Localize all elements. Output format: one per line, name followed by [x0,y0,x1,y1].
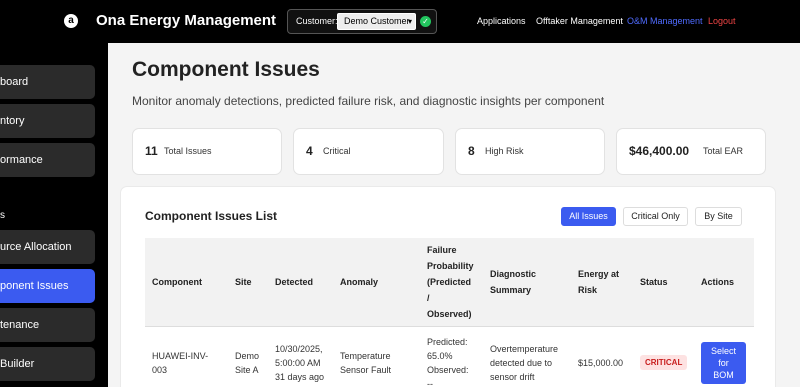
app-logo: a [64,14,78,28]
filter-critical-only[interactable]: Critical Only [623,207,688,226]
nav-offtaker-management[interactable]: Offtaker Management [536,16,623,26]
cell-site: Demo Site A [235,351,260,375]
col-header-energy-at-risk: Energy at Risk [578,269,620,295]
sidebar-item-label: board [0,76,29,88]
app-title: Ona Energy Management [96,12,277,29]
sidebar-item-maintenance[interactable]: tenance [0,308,95,342]
sidebar-item-label: ponent Issues [0,280,69,292]
stat-value: 11 [145,144,158,158]
table-row: HUAWEI-INV- 003 Demo Site A 10/30/2025, … [145,327,754,387]
col-header-anomaly: Anomaly [340,277,379,287]
status-badge: CRITICAL [640,355,688,370]
sidebar-item-inventory[interactable]: ntory [0,104,95,138]
cell-component: HUAWEI-INV- 003 [152,351,209,375]
top-header: a Ona Energy Management Customer: Demo C… [0,0,800,43]
sidebar-item-performance[interactable]: ormance [0,143,95,177]
select-for-bom-button[interactable]: Select for BOM [701,342,746,384]
sidebar-item-label: ntory [0,115,25,127]
sidebar-item-label: Builder [0,358,35,370]
stat-card-critical: 4 Critical [293,128,444,175]
stat-value: 8 [468,144,475,158]
col-header-status: Status [640,277,668,287]
stat-label: Critical [323,146,351,156]
sidebar-item-resource-allocation[interactable]: urce Allocation [0,230,95,264]
customer-selected-value: Demo Customer [344,16,410,26]
page-subtitle: Monitor anomaly detections, predicted fa… [132,94,605,108]
cell-detected: 10/30/2025, 5:00:00 AM 31 days ago [275,344,325,382]
stat-card-high-risk: 8 High Risk [455,128,605,175]
col-header-failure-probability: Failure Probability (Predicted / Observe… [427,245,474,319]
col-header-actions: Actions [701,277,735,287]
component-issues-panel: Component Issues List All Issues Critica… [120,186,776,387]
filter-by-site[interactable]: By Site [695,207,742,226]
cell-failure-probability: Predicted: 65.0% Observed: -- [427,337,469,387]
cell-energy-at-risk: $15,000.00 [578,358,624,368]
stat-label: High Risk [485,146,524,156]
sidebar-item-builder[interactable]: Builder [0,347,95,381]
stat-label: Total EAR [703,146,744,156]
sidebar-item-dashboard[interactable]: board [0,65,95,99]
col-header-diagnostic-summary: Diagnostic Summary [490,269,537,295]
sidebar: board ntory ormance s urce Allocation po… [0,43,108,387]
cell-diagnostic-summary: Overtemperature detected due to sensor d… [490,344,559,382]
filter-all-issues[interactable]: All Issues [561,207,616,226]
main-content: Component Issues Monitor anomaly detecti… [108,43,800,387]
customer-dropdown[interactable]: Demo Customer ▾ [337,13,416,30]
customer-label: Customer: [296,16,338,26]
panel-title: Component Issues List [145,209,278,223]
nav-om-management[interactable]: O&M Management [627,16,703,26]
page-title: Component Issues [132,58,320,81]
cell-anomaly: Temperature Sensor Fault [340,351,392,375]
nav-applications[interactable]: Applications [477,16,526,26]
nav-logout[interactable]: Logout [708,16,736,26]
sidebar-item-component-issues[interactable]: ponent Issues [0,269,95,303]
sidebar-item-label: ormance [0,154,43,166]
sidebar-item-label: urce Allocation [0,241,72,253]
sidebar-item-label: tenance [0,319,40,331]
customer-selector: Customer: Demo Customer ▾ ✓ [287,9,437,34]
col-header-component: Component [152,277,202,287]
stat-value: 4 [306,144,313,158]
chevron-down-icon: ▾ [407,17,412,26]
sidebar-section-label: s [0,210,5,221]
stat-card-total-ear: $46,400.00 Total EAR [616,128,766,175]
col-header-detected: Detected [275,277,314,287]
col-header-site: Site [235,277,252,287]
stat-value: $46,400.00 [629,144,690,158]
check-circle-icon: ✓ [420,16,431,27]
table-header: Component Site Detected Anomaly Failure … [145,238,754,327]
stat-label: Total Issues [164,146,212,156]
stat-card-total-issues: 11 Total Issues [132,128,282,175]
